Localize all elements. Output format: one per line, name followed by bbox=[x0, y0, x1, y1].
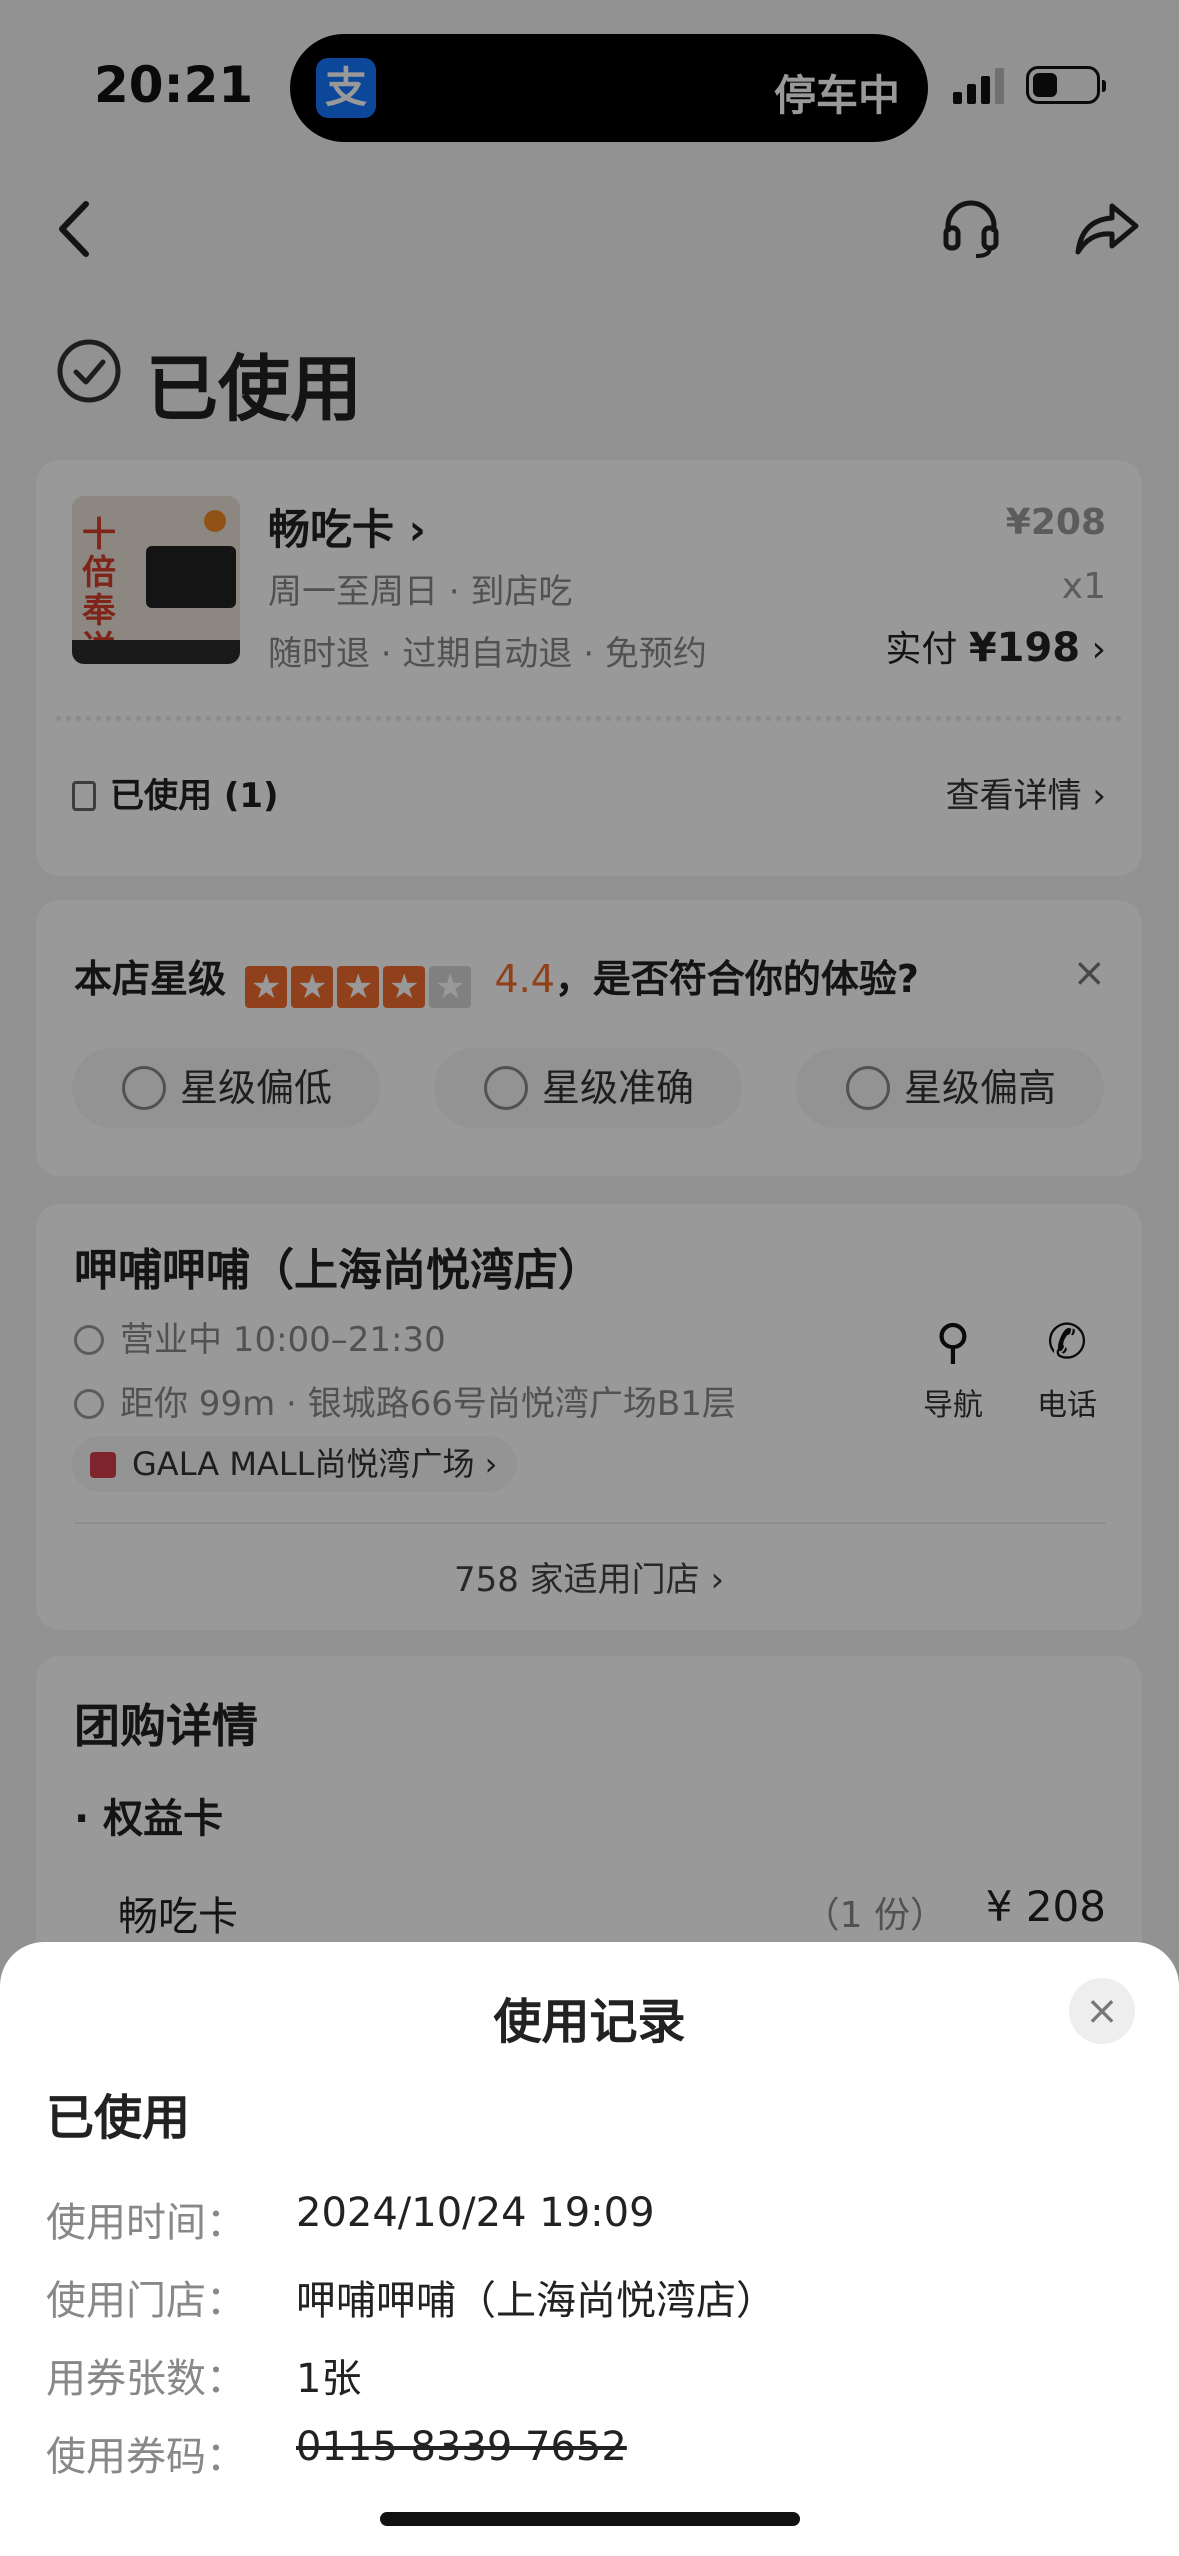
voucher-code-label: 使用券码： bbox=[46, 2434, 246, 2480]
sheet-title: 使用记录 bbox=[493, 1994, 686, 2050]
voucher-count-label: 用券张数： bbox=[46, 2356, 246, 2402]
usage-time-label: 使用时间： bbox=[46, 2200, 246, 2246]
close-icon[interactable]: × bbox=[1069, 1978, 1135, 2044]
voucher-code-value: 0115 8339 7652 bbox=[296, 2424, 627, 2470]
usage-store-value: 呷哺呷哺（上海尚悦湾店） bbox=[296, 2278, 776, 2324]
order-detail-page: 20:21 支 停车中 已使用 十倍奉 畅吃卡 › 周一至周日 · 到店吃 随时… bbox=[0, 0, 1179, 2556]
usage-record-sheet: 使用记录 × 已使用 使用时间： 2024/10/24 19:09 使用门店： … bbox=[0, 1942, 1179, 2556]
usage-time-value: 2024/10/24 19:09 bbox=[296, 2190, 655, 2236]
usage-status: 已使用 bbox=[46, 2090, 191, 2146]
usage-store-label: 使用门店： bbox=[46, 2278, 246, 2324]
home-indicator[interactable] bbox=[380, 2512, 800, 2526]
voucher-count-value: 1张 bbox=[296, 2356, 362, 2402]
